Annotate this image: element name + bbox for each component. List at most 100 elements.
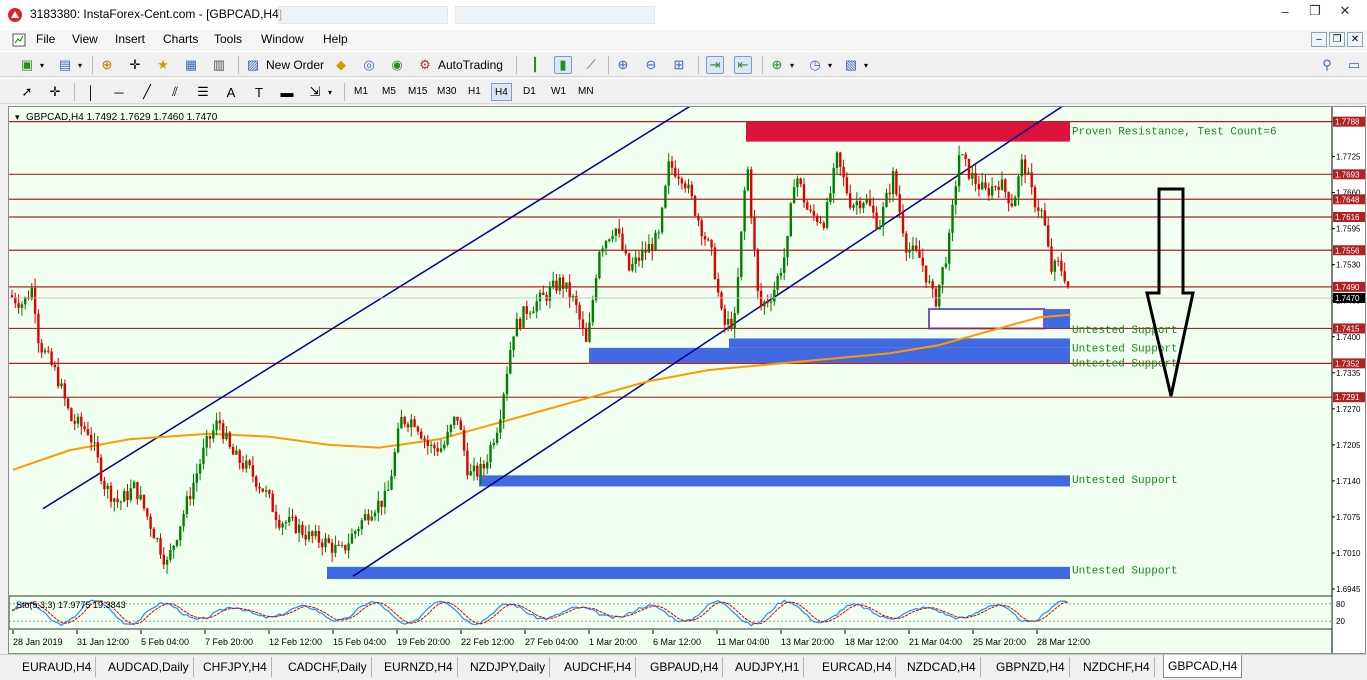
candle-body [677, 176, 680, 179]
tab-audcad-daily[interactable]: AUDCAD,Daily [104, 657, 194, 677]
vertical-line-button[interactable]: │ [82, 82, 100, 102]
time-tick-label: 28 Mar 12:00 [1037, 637, 1090, 647]
tab-nzdcad-h4[interactable]: NZDCAD,H4 [903, 657, 981, 677]
tab-gbpcad-h4[interactable]: GBPCAD,H4 [1163, 655, 1243, 678]
timeframe-mn[interactable]: MN [575, 83, 597, 101]
terminal-button[interactable]: ▦ [182, 55, 200, 75]
search-button[interactable]: ⚲ [1318, 55, 1336, 75]
standard-toolbar: ▣ ▾ ▤ ▾ ⊕ ✛ ★ ▦ ▥ ▨ New Order ◆ ◎ ◉ ⚙ AutoTr… [0, 51, 1367, 77]
text-label-button[interactable]: T [250, 82, 268, 102]
timeframe-h4[interactable]: H4 [491, 83, 512, 101]
periods-button[interactable]: ◷ ▾ [806, 55, 832, 75]
candle-body [703, 236, 707, 240]
tab-cadchf-daily[interactable]: CADCHF,Daily [284, 657, 372, 677]
time-tick-label: 25 Mar 20:00 [973, 637, 1026, 647]
chart-collapse-icon[interactable]: ▾ [15, 112, 20, 122]
tile-windows-button[interactable]: ⊞ [670, 55, 688, 75]
new-chart-button[interactable]: ▣ ▾ [18, 55, 44, 75]
market-watch-button[interactable]: ⊕ [98, 55, 116, 75]
tab-eurnzd-h4[interactable]: EURNZD,H4 [380, 657, 458, 677]
menu-view[interactable]: View [72, 32, 98, 46]
horizontal-line-button[interactable]: ─ [110, 82, 128, 102]
timeframe-m5[interactable]: M5 [379, 83, 399, 101]
navigator-button[interactable]: ★ [154, 55, 172, 75]
candle-body [505, 373, 509, 395]
menu-file[interactable]: File [36, 32, 55, 46]
mdi-restore-button[interactable]: ❐ [1329, 32, 1345, 47]
trendline-button[interactable]: ╱ [138, 82, 156, 102]
support-zone [589, 347, 1070, 363]
arrows-button[interactable]: ⇲ ▾ [306, 82, 332, 102]
candle-body [476, 465, 479, 477]
timeframe-d1[interactable]: D1 [520, 83, 539, 101]
candle-body [258, 486, 261, 489]
timeframe-m1[interactable]: M1 [351, 83, 371, 101]
menu-charts[interactable]: Charts [163, 32, 198, 46]
candle-body [119, 501, 123, 503]
tab-nzdjpy-daily[interactable]: NZDJPY,Daily [466, 657, 551, 677]
chat-button[interactable]: ▭ [1345, 55, 1363, 75]
profiles-button[interactable]: ▤ ▾ [56, 55, 82, 75]
menu-help[interactable]: Help [323, 32, 348, 46]
tab-audchf-h4[interactable]: AUDCHF,H4 [560, 657, 637, 677]
line-chart-button[interactable]: ⟋ [582, 55, 600, 75]
text-button[interactable]: A [222, 82, 240, 102]
candle-body [809, 209, 812, 211]
timeframe-m30[interactable]: M30 [434, 83, 459, 101]
candle-body [885, 192, 888, 207]
crosshair-target-icon: ✛ [129, 57, 141, 72]
data-window-button[interactable]: ✛ [126, 55, 144, 75]
crosshair-button[interactable]: ✛ [46, 82, 64, 102]
candle-body [172, 545, 175, 550]
radio-signal-button[interactable]: ◉ [388, 55, 406, 75]
tab-gbpnzd-h4[interactable]: GBPNZD,H4 [992, 657, 1070, 677]
chart-canvas[interactable]: Proven Resistance, Test Count=6 Untested … [9, 107, 1365, 653]
maximize-button[interactable]: ❐ [1300, 0, 1330, 22]
mdi-minimize-button[interactable]: – [1311, 32, 1327, 47]
autotrading-button[interactable]: ⚙ AutoTrading [416, 55, 503, 75]
candle-body [664, 185, 667, 208]
candle-body [872, 205, 875, 213]
candle-body [222, 423, 225, 439]
tab-euraud-h4[interactable]: EURAUD,H4 [18, 657, 97, 677]
candle-body [321, 542, 324, 548]
candle-body [822, 222, 825, 228]
cursor-button[interactable]: ➚ [18, 82, 36, 102]
minimize-button[interactable]: – [1270, 0, 1300, 22]
new-order-button[interactable]: ▨ New Order [244, 55, 324, 75]
tab-chfjpy-h4[interactable]: CHFJPY,H4 [199, 657, 272, 677]
timeframe-h1[interactable]: H1 [465, 83, 484, 101]
tab-gbpaud-h4[interactable]: GBPAUD,H4 [646, 657, 724, 677]
close-button[interactable]: ✕ [1330, 0, 1360, 22]
candle-body [53, 364, 57, 368]
templates-button[interactable]: ▧ ▾ [842, 55, 868, 75]
metaeditor-button[interactable]: ◆ [332, 55, 350, 75]
signals-button[interactable]: ◎ [360, 55, 378, 75]
bar-chart-button[interactable]: ┃ [526, 55, 544, 75]
mdi-close-button[interactable]: ✕ [1347, 32, 1363, 47]
tab-audjpy-h1[interactable]: AUDJPY,H1 [731, 657, 805, 677]
strategy-tester-button[interactable]: ▥ [210, 55, 228, 75]
timeframe-w1[interactable]: W1 [548, 83, 569, 101]
candle-body [1050, 246, 1053, 272]
rectangle-button[interactable]: ▬ [278, 82, 296, 102]
chart-window-icon[interactable] [12, 33, 26, 47]
candle-body [868, 198, 872, 206]
candle-body [918, 250, 921, 258]
chart-window[interactable]: Proven Resistance, Test Count=6 Untested … [8, 106, 1366, 654]
fibonacci-button[interactable]: ☰ [194, 82, 212, 102]
zoom-in-button[interactable]: ⊕ [614, 55, 632, 75]
timeframe-m15[interactable]: M15 [405, 83, 430, 101]
indicators-button[interactable]: ⊕ ▾ [768, 55, 794, 75]
auto-scroll-button[interactable]: ⇥ [706, 55, 724, 75]
menu-insert[interactable]: Insert [115, 32, 145, 46]
menu-tools[interactable]: Tools [214, 32, 242, 46]
tab-eurcad-h4[interactable]: EURCAD,H4 [818, 657, 897, 677]
channel-button[interactable]: ⫽ [166, 82, 184, 102]
candlestick-button[interactable]: ▮ [554, 55, 572, 75]
tab-nzdchf-h4[interactable]: NZDCHF,H4 [1079, 657, 1155, 677]
menu-window[interactable]: Window [261, 32, 304, 46]
chart-shift-button[interactable]: ⇤ [734, 55, 752, 75]
candle-body [162, 554, 165, 565]
zoom-out-button[interactable]: ⊖ [642, 55, 660, 75]
